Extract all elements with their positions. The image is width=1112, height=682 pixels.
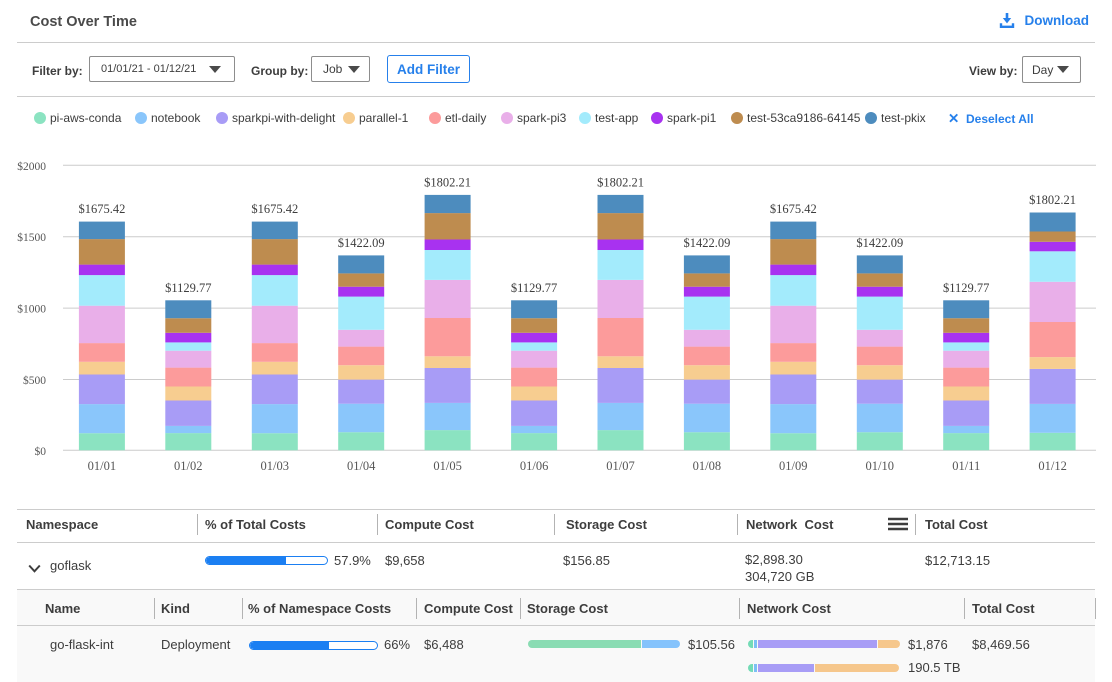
svg-text:$1802.21: $1802.21	[1029, 193, 1076, 207]
svg-text:01/12: 01/12	[1038, 459, 1066, 473]
svg-text:$500: $500	[23, 374, 46, 387]
svg-text:$2000: $2000	[17, 160, 46, 173]
svg-text:01/01: 01/01	[88, 459, 116, 473]
svg-text:$1422.09: $1422.09	[856, 236, 903, 250]
svg-text:01/05: 01/05	[433, 459, 461, 473]
svg-text:$1675.42: $1675.42	[78, 202, 125, 216]
svg-text:$1500: $1500	[17, 231, 46, 244]
svg-text:$1802.21: $1802.21	[424, 175, 471, 189]
svg-text:$1000: $1000	[17, 303, 46, 316]
svg-text:$1129.77: $1129.77	[511, 281, 557, 295]
svg-text:$1675.42: $1675.42	[770, 202, 817, 216]
svg-text:01/06: 01/06	[520, 459, 548, 473]
svg-text:01/10: 01/10	[866, 459, 894, 473]
svg-text:$1675.42: $1675.42	[251, 202, 298, 216]
svg-text:01/02: 01/02	[174, 459, 202, 473]
svg-text:01/07: 01/07	[606, 459, 634, 473]
svg-text:01/11: 01/11	[952, 459, 980, 473]
svg-text:01/04: 01/04	[347, 459, 376, 473]
svg-text:$1129.77: $1129.77	[943, 281, 989, 295]
svg-text:$0: $0	[35, 445, 47, 458]
svg-text:01/03: 01/03	[261, 459, 289, 473]
svg-text:01/08: 01/08	[693, 459, 721, 473]
svg-text:01/09: 01/09	[779, 459, 807, 473]
svg-text:$1422.09: $1422.09	[683, 236, 730, 250]
svg-text:$1129.77: $1129.77	[165, 281, 211, 295]
svg-text:$1422.09: $1422.09	[338, 236, 385, 250]
svg-text:$1802.21: $1802.21	[597, 175, 644, 189]
